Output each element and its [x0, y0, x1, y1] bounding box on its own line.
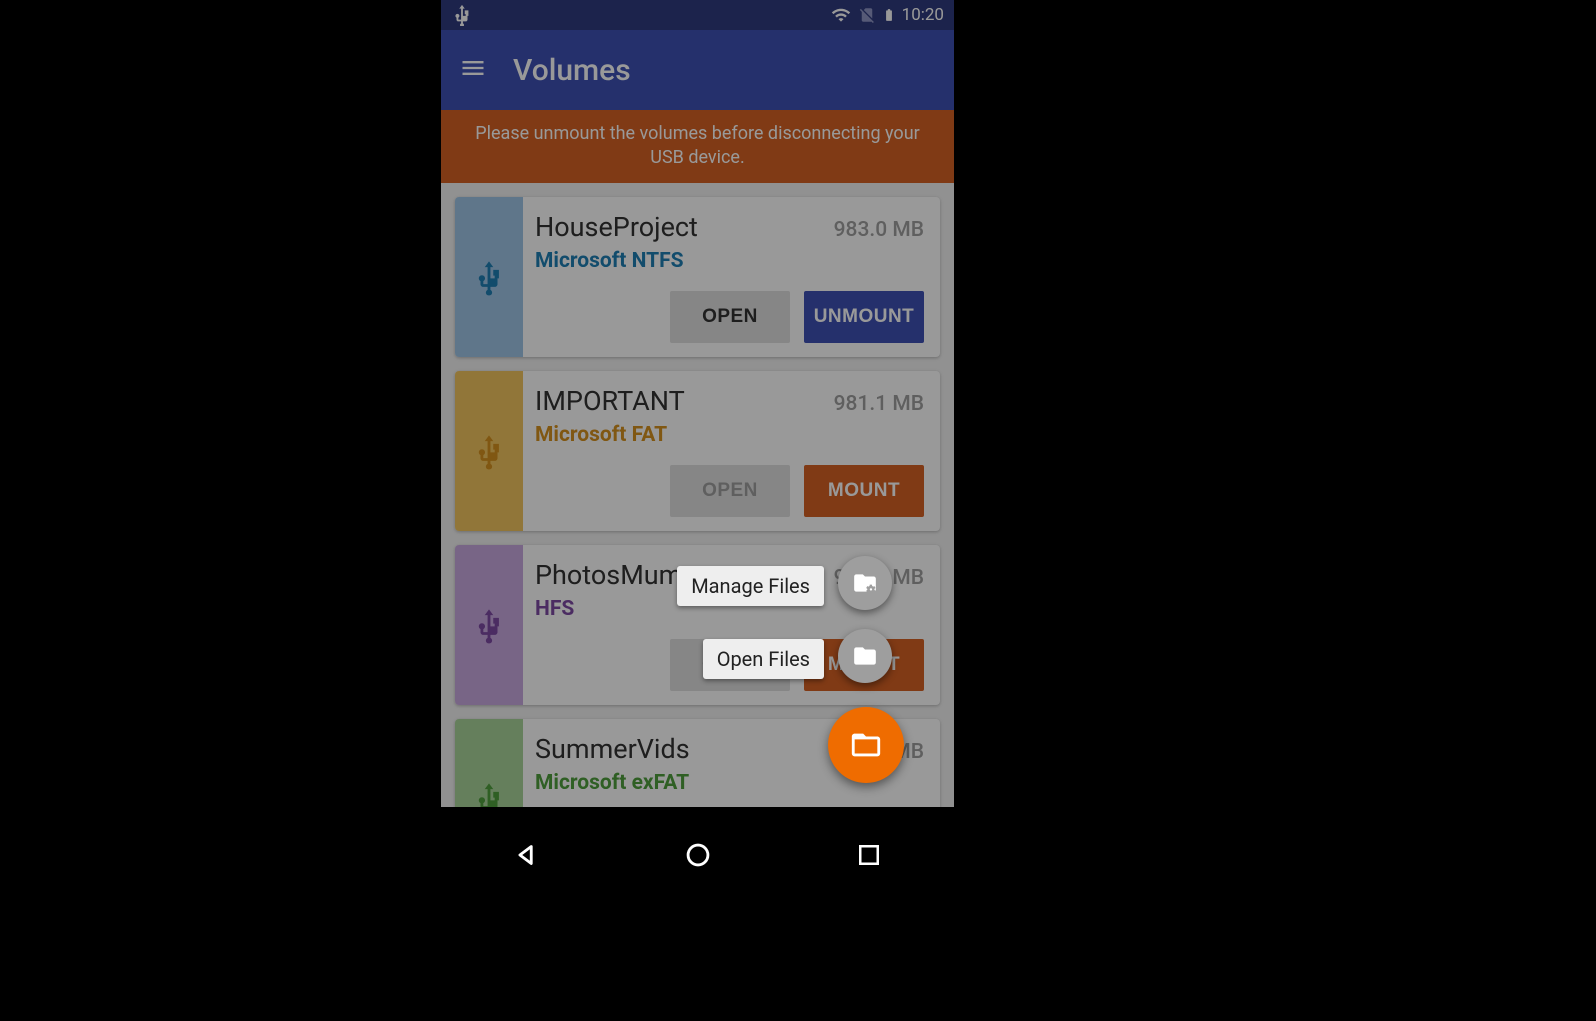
- manage-files-label[interactable]: Manage Files: [677, 566, 824, 606]
- android-nav-bar: [441, 807, 954, 903]
- recents-button[interactable]: [839, 825, 899, 885]
- open-files-mini-fab[interactable]: [838, 629, 892, 683]
- back-button[interactable]: [497, 825, 557, 885]
- open-files-label[interactable]: Open Files: [703, 639, 824, 679]
- phone-screen: 10:20 Volumes Please unmount the volumes…: [441, 0, 954, 903]
- home-button[interactable]: [668, 825, 728, 885]
- main-fab[interactable]: [828, 707, 904, 783]
- manage-files-mini-fab[interactable]: [838, 556, 892, 610]
